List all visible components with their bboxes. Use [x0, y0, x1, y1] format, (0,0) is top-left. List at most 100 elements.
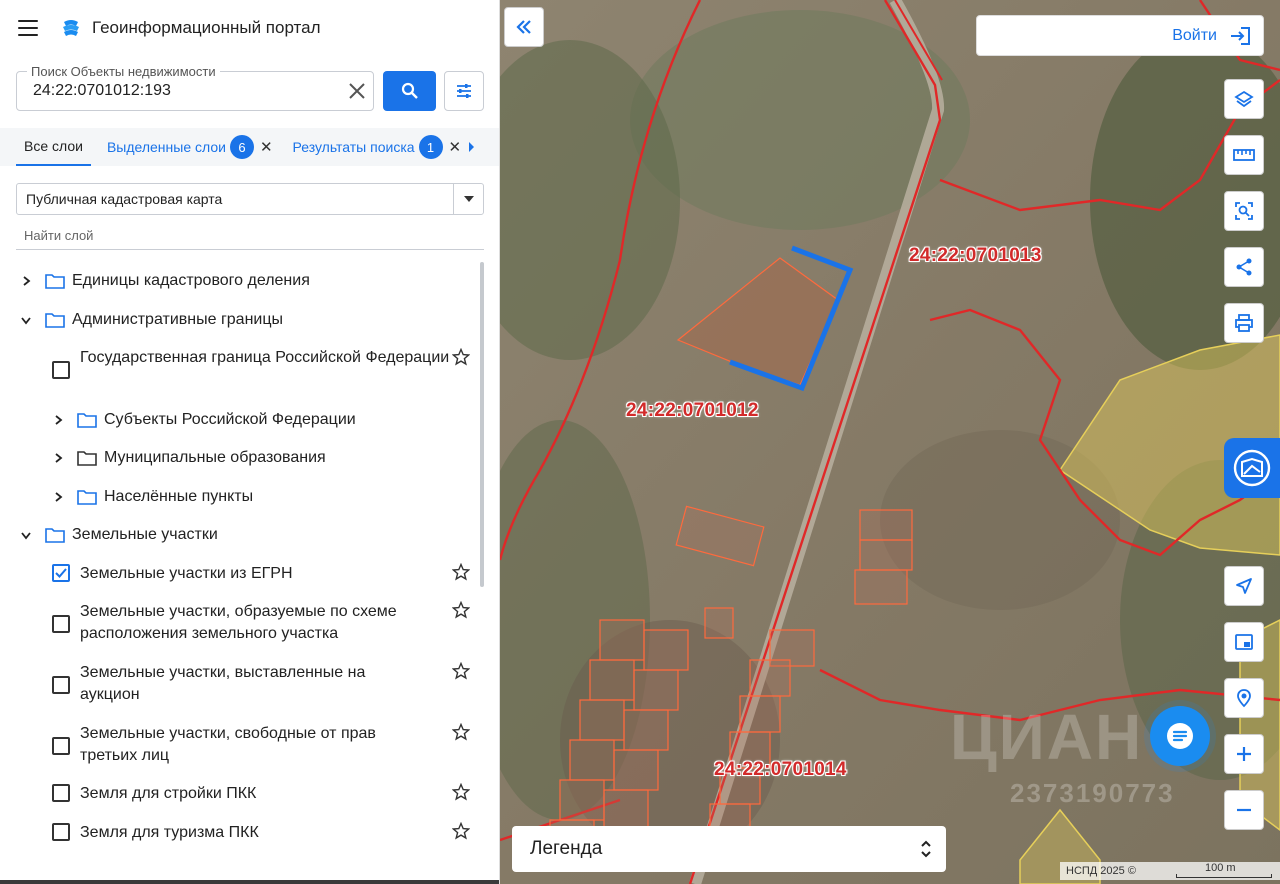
chevron-down-icon[interactable]	[453, 184, 483, 214]
cadastral-quarter-label: 24:22:0701014	[714, 759, 847, 780]
print-button[interactable]	[1224, 303, 1264, 343]
layer-label-line2: аукцион	[80, 686, 140, 703]
scroll-right-icon[interactable]	[469, 142, 475, 152]
close-icon[interactable]: ✕	[449, 138, 462, 156]
login-button[interactable]: Войти	[976, 15, 1264, 56]
layer-label-line2: третьих лиц	[80, 747, 170, 764]
minus-icon	[1237, 808, 1251, 812]
search-input[interactable]	[33, 82, 333, 100]
double-chevron-left-icon	[516, 20, 531, 34]
layer-label: Земля для туризма ПКК	[80, 824, 259, 841]
point-search-icon	[1237, 689, 1251, 708]
share-icon	[1236, 258, 1252, 276]
tab-all-layers[interactable]: Все слои	[16, 128, 91, 166]
legend-panel[interactable]: Легенда	[512, 826, 946, 872]
basemap-select-value: Публичная кадастровая карта	[26, 191, 223, 207]
star-icon[interactable]	[452, 723, 470, 741]
tab-all-layers-label: Все слои	[24, 138, 83, 154]
chevron-down-icon[interactable]	[20, 529, 32, 541]
chevron-right-icon[interactable]	[52, 452, 64, 464]
share-button[interactable]	[1224, 247, 1264, 287]
layer-checkbox[interactable]	[52, 737, 70, 755]
locate-button[interactable]	[1224, 566, 1264, 606]
ruler-icon	[1233, 149, 1255, 161]
search-button[interactable]	[383, 71, 436, 111]
sidebar: Геоинформационный портал Поиск Объекты н…	[0, 0, 500, 884]
layer-checkbox[interactable]	[52, 676, 70, 694]
burger-menu-icon[interactable]	[18, 20, 38, 36]
layer-checkbox-checked[interactable]	[52, 564, 70, 582]
star-icon[interactable]	[452, 348, 470, 366]
login-icon	[1231, 26, 1250, 45]
minimap-button[interactable]	[1224, 622, 1264, 662]
header: Геоинформационный портал	[0, 0, 499, 56]
watermark: ЦИАН	[950, 701, 1144, 773]
scale-label: 100 m	[1205, 862, 1236, 874]
navigation-icon	[1236, 578, 1252, 594]
layer-label-line2: расположения земельного участка	[80, 625, 339, 642]
tree-item-label: Муниципальные образования	[104, 449, 326, 466]
print-icon	[1235, 314, 1253, 332]
cadastral-quarter-label: 24:22:0701012	[626, 400, 759, 421]
zoom-in-button[interactable]	[1224, 734, 1264, 774]
layer-label-line1: Государственная граница Российской Федер…	[80, 349, 450, 366]
layer-checkbox[interactable]	[52, 784, 70, 802]
zoom-out-button[interactable]	[1224, 790, 1264, 830]
search-results-badge: 1	[418, 135, 443, 159]
map-folder-icon	[1233, 449, 1271, 487]
layer-checkbox[interactable]	[52, 823, 70, 841]
collapse-sidebar-button[interactable]	[504, 7, 544, 47]
scale-bar	[1176, 874, 1272, 878]
folder-icon	[45, 274, 65, 289]
scrollbar[interactable]	[480, 262, 485, 862]
login-label: Войти	[1172, 26, 1217, 44]
area-select-icon	[1235, 202, 1253, 220]
chevron-down-icon[interactable]	[20, 314, 32, 326]
star-icon[interactable]	[452, 563, 470, 581]
layer-label-line1: Земельные участки, выставленные на	[80, 664, 366, 681]
chevron-right-icon[interactable]	[52, 491, 64, 503]
cadastral-quarter-label: 24:22:0701013	[909, 245, 1042, 266]
tree-item-label: Населённые пункты	[104, 488, 254, 505]
folder-icon	[77, 451, 97, 466]
clear-icon[interactable]	[347, 81, 367, 101]
layer-search-input[interactable]: Найти слой	[16, 228, 484, 250]
tree-item-label: Единицы кадастрового деления	[72, 272, 310, 289]
close-icon[interactable]: ✕	[260, 138, 273, 156]
search-field[interactable]: Поиск Объекты недвижимости	[16, 64, 374, 111]
basemap-select[interactable]: Публичная кадастровая карта	[16, 183, 484, 215]
folder-icon	[45, 313, 65, 328]
star-icon[interactable]	[452, 601, 470, 619]
layers-button[interactable]	[1224, 79, 1264, 119]
pkk-panel-button[interactable]	[1224, 438, 1280, 498]
tab-search-results[interactable]: Результаты поиска 1 ✕	[293, 128, 475, 166]
tree-item-label: Административные границы	[72, 311, 284, 328]
logo-icon	[63, 20, 79, 36]
filter-button[interactable]	[444, 71, 484, 111]
tab-selected-layers[interactable]: Выделенные слои 6 ✕	[107, 128, 273, 166]
area-select-button[interactable]	[1224, 191, 1264, 231]
chevron-right-icon[interactable]	[52, 414, 64, 426]
chat-button[interactable]	[1150, 706, 1210, 766]
star-icon[interactable]	[452, 783, 470, 801]
scroll-thumb[interactable]	[480, 262, 484, 587]
layer-label-line1: Земельные участки, образуемые по схеме	[80, 603, 397, 620]
tab-selected-layers-label: Выделенные слои	[106, 139, 226, 155]
minimap-icon	[1235, 634, 1253, 650]
layer-checkbox[interactable]	[52, 361, 70, 379]
expand-icon[interactable]	[906, 837, 946, 861]
chevron-right-icon[interactable]	[20, 275, 32, 287]
star-icon[interactable]	[452, 662, 470, 680]
point-search-button[interactable]	[1224, 678, 1264, 718]
folder-icon	[77, 490, 97, 505]
layer-label: Земельные участки из ЕГРН	[80, 565, 293, 582]
legend-label: Легенда	[530, 838, 603, 859]
app-title: Геоинформационный портал	[92, 18, 321, 37]
layer-tabs: Все слои Выделенные слои 6 ✕ Результаты …	[0, 128, 499, 166]
search-label: Поиск Объекты недвижимости	[27, 64, 220, 79]
layer-checkbox[interactable]	[52, 615, 70, 633]
tree-item-label: Субъекты Российской Федерации	[104, 411, 356, 428]
ruler-button[interactable]	[1224, 135, 1264, 175]
search-icon	[401, 82, 418, 99]
star-icon[interactable]	[452, 822, 470, 840]
